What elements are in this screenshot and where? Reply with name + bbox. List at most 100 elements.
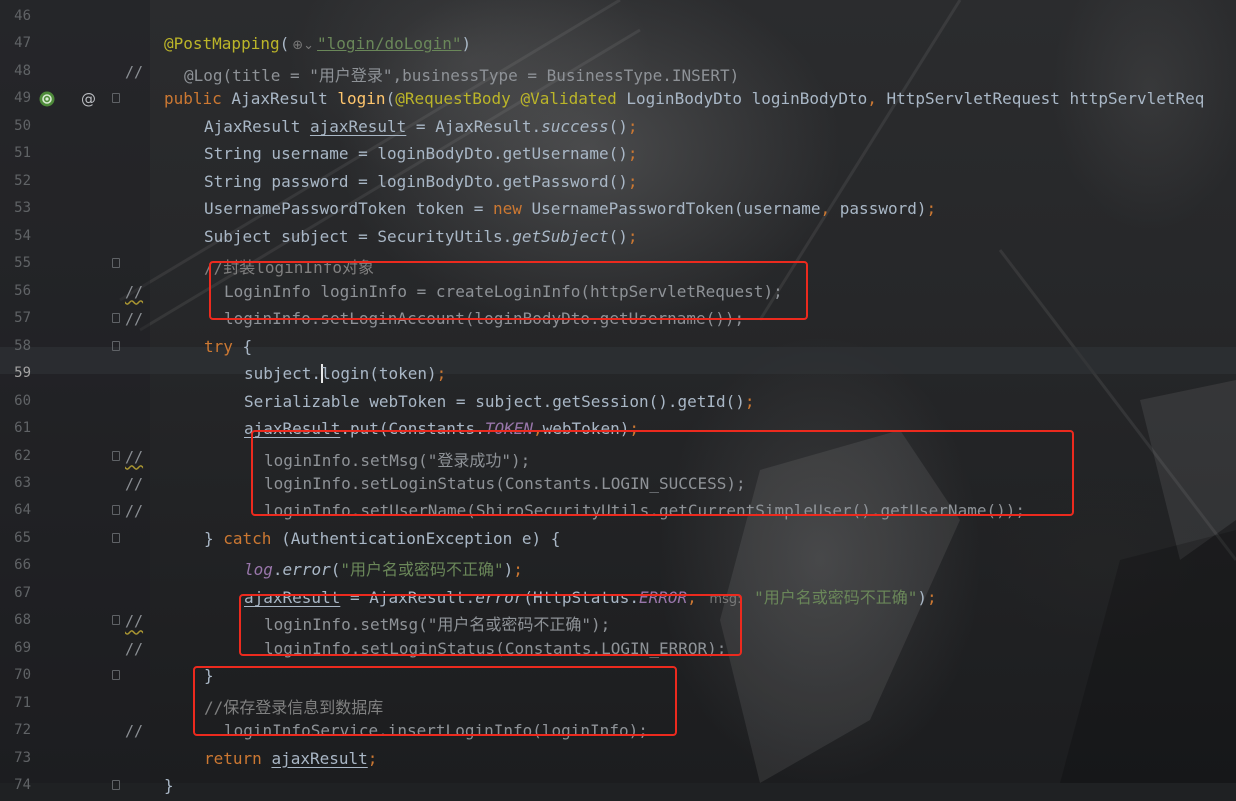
code-line[interactable]: 67 ajaxResult = AjaxResult.error(HttpStat… <box>0 581 1236 609</box>
code-text[interactable]: loginInfo.setLoginAccount(loginBodyDto.g… <box>224 309 744 328</box>
code-line[interactable]: 58 try { <box>0 334 1236 362</box>
fold-marker-icon[interactable] <box>112 505 120 516</box>
line-number: 62 <box>14 447 31 464</box>
fold-marker-icon[interactable] <box>112 670 120 681</box>
code-line[interactable]: 65 } catch (AuthenticationException e) { <box>0 526 1236 554</box>
code-line[interactable]: 60 Serializable webToken = subject.getSes… <box>0 389 1236 417</box>
line-number: 61 <box>14 420 31 437</box>
code-text[interactable]: loginInfo.setLoginStatus(Constants.LOGIN… <box>264 639 726 658</box>
code-line[interactable]: 64 // loginInfo.setUserName(ShiroSecurityU… <box>0 498 1236 526</box>
code-line[interactable]: 47 @PostMapping(⊕⌄ "login/doLogin") <box>0 31 1236 59</box>
fold-marker-icon[interactable] <box>112 340 120 351</box>
comment-prefix: // <box>125 502 144 521</box>
code-line[interactable]: 46 <box>0 4 1236 32</box>
line-number: 46 <box>14 8 31 24</box>
line-number: 47 <box>14 35 31 52</box>
code-line[interactable]: 68 // loginInfo.setMsg("用户名或密码不正确"); <box>0 608 1236 636</box>
code-line[interactable]: 61 ajaxResult.put(Constants.TOKEN,webToke… <box>0 416 1236 444</box>
line-number: 57 <box>14 310 31 327</box>
code-text[interactable]: ajaxResult.put(Constants.TOKEN,webToken)… <box>244 419 639 438</box>
code-text[interactable]: try { <box>204 337 252 356</box>
fold-marker-icon[interactable] <box>112 450 120 461</box>
comment-prefix: // <box>125 722 144 741</box>
code-line[interactable]: 72 // loginInfoService.insertLoginInfo(log… <box>0 718 1236 746</box>
code-text[interactable]: String username = loginBodyDto.getUserna… <box>204 144 637 163</box>
code-text[interactable]: loginInfo.setLoginStatus(Constants.LOGIN… <box>264 474 746 493</box>
code-text[interactable]: loginInfoService.insertLoginInfo(loginIn… <box>224 721 648 740</box>
code-line[interactable]: 54 Subject subject = SecurityUtils.getSub… <box>0 224 1236 252</box>
code-text[interactable]: Serializable webToken = subject.getSessi… <box>244 392 755 411</box>
line-number: 59 <box>14 365 31 382</box>
code-text[interactable]: String password = loginBodyDto.getPasswo… <box>204 172 637 191</box>
code-text[interactable]: LoginInfo loginInfo = createLoginInfo(ht… <box>224 282 783 301</box>
code-line[interactable]: 57 // loginInfo.setLoginAccount(loginBodyD… <box>0 306 1236 334</box>
code-line[interactable]: 50 AjaxResult ajaxResult = AjaxResult.suc… <box>0 114 1236 142</box>
line-number: 54 <box>14 227 31 244</box>
code-line[interactable]: 66 log.error("用户名或密码不正确"); <box>0 553 1236 581</box>
line-number: 55 <box>14 255 31 272</box>
fold-marker-icon[interactable] <box>112 93 120 104</box>
line-number: 63 <box>14 474 31 491</box>
code-line[interactable]: 73 return ajaxResult; <box>0 746 1236 774</box>
line-number: 60 <box>14 392 31 409</box>
code-text[interactable]: AjaxResult ajaxResult = AjaxResult.succe… <box>204 117 638 136</box>
comment-prefix: // <box>125 310 144 329</box>
code-text[interactable]: //保存登录信息到数据库 <box>204 694 383 718</box>
line-number: 65 <box>14 529 31 546</box>
comment-prefix: // <box>125 474 144 493</box>
code-line[interactable]: 63 // loginInfo.setLoginStatus(Constants.L… <box>0 471 1236 499</box>
code-text[interactable]: UsernamePasswordToken token = new Userna… <box>204 199 936 218</box>
line-number: 73 <box>14 749 31 766</box>
comment-prefix: // <box>125 62 144 81</box>
comment-prefix: // <box>125 447 144 466</box>
fold-marker-icon[interactable] <box>112 532 120 543</box>
fold-marker-icon[interactable] <box>112 258 120 269</box>
code-line[interactable]: 48 // @Log(title = "用户登录",businessType = B… <box>0 59 1236 87</box>
code-text[interactable]: loginInfo.setMsg("登录成功"); <box>264 447 530 471</box>
line-number: 51 <box>14 145 31 162</box>
line-number: 48 <box>14 62 31 79</box>
code-line[interactable]: 56 // LoginInfo loginInfo = createLoginInf… <box>0 279 1236 307</box>
code-line[interactable]: 74} <box>0 773 1236 801</box>
code-text[interactable]: loginInfo.setUserName(ShiroSecurityUtils… <box>264 501 1025 520</box>
line-number: 49 <box>14 90 31 107</box>
code-line[interactable]: 55 //封装loginInfo对象 <box>0 251 1236 279</box>
code-text[interactable]: } <box>204 666 214 685</box>
code-text[interactable]: ajaxResult = AjaxResult.error(HttpStatus… <box>244 584 937 608</box>
code-text[interactable]: log.error("用户名或密码不正确"); <box>244 556 523 580</box>
fold-marker-icon[interactable] <box>112 780 120 791</box>
code-text[interactable]: Subject subject = SecurityUtils.getSubje… <box>204 227 637 246</box>
code-text[interactable]: subject.login(token); <box>244 364 446 384</box>
code-line[interactable]: 69 // loginInfo.setLoginStatus(Constants.L… <box>0 636 1236 664</box>
code-text[interactable]: } catch (AuthenticationException e) { <box>204 529 560 548</box>
comment-prefix: // <box>125 282 144 301</box>
code-text[interactable]: @Log(title = "用户登录",businessType = Busin… <box>184 62 739 86</box>
code-line[interactable]: 70} <box>0 663 1236 691</box>
line-number: 52 <box>14 172 31 189</box>
code-text[interactable]: //封装loginInfo对象 <box>204 254 374 278</box>
override-at-icon[interactable]: @ <box>81 90 96 108</box>
code-line[interactable]: 59 subject.login(token); <box>0 361 1236 389</box>
comment-prefix: // <box>125 639 144 658</box>
line-number: 68 <box>14 612 31 629</box>
code-line[interactable]: 71 //保存登录信息到数据库 <box>0 691 1236 719</box>
line-number: 67 <box>14 584 31 601</box>
code-text[interactable]: public AjaxResult login(@RequestBody @Va… <box>164 89 1204 108</box>
code-line[interactable]: 49 @ public AjaxResult login(@RequestBody … <box>0 86 1236 114</box>
fold-marker-icon[interactable] <box>112 615 120 626</box>
code-line[interactable]: 62 // loginInfo.setMsg("登录成功"); <box>0 444 1236 472</box>
code-line[interactable]: 52 String password = loginBodyDto.getPass… <box>0 169 1236 197</box>
code-text[interactable]: } <box>164 776 174 795</box>
line-number: 58 <box>14 337 31 354</box>
code-text[interactable]: loginInfo.setMsg("用户名或密码不正确"); <box>264 611 610 635</box>
globe-link-icon[interactable]: ⊕⌄ <box>289 38 317 53</box>
parameter-hint: msg: <box>709 591 742 607</box>
line-number: 71 <box>14 694 31 711</box>
code-text[interactable]: return ajaxResult; <box>204 749 377 768</box>
comment-prefix: // <box>125 612 144 631</box>
code-line[interactable]: 51 String username = loginBodyDto.getUser… <box>0 141 1236 169</box>
code-text[interactable]: @PostMapping(⊕⌄ "login/doLogin") <box>164 34 471 53</box>
code-line[interactable]: 53 UsernamePasswordToken token = new User… <box>0 196 1236 224</box>
spring-bean-icon[interactable] <box>38 90 56 112</box>
fold-marker-icon[interactable] <box>112 313 120 324</box>
